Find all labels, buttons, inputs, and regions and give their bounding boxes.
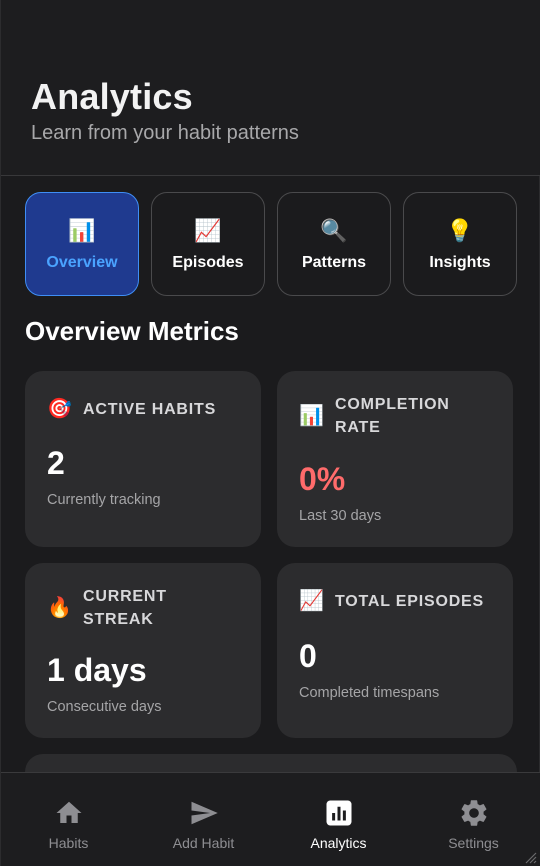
metric-subtitle: Currently tracking bbox=[47, 492, 161, 508]
bottom-nav: Habits Add Habit Analytics Settings bbox=[1, 772, 540, 866]
metric-card-completion-rate: 📊 COMPLETION RATE 0% Last 30 days bbox=[277, 371, 513, 547]
analytics-tabs: 📊 Overview 📈 Episodes 🔍 Patterns 💡 Insig… bbox=[25, 192, 517, 296]
page-title: Analytics bbox=[31, 76, 193, 117]
metric-title-line: CURRENT bbox=[83, 588, 167, 605]
metric-card-current-streak: 🔥 CURRENT STREAK 1 days Consecutive days bbox=[25, 563, 261, 738]
nav-label: Settings bbox=[448, 835, 499, 851]
page-subtitle: Learn from your habit patterns bbox=[31, 122, 299, 144]
home-icon bbox=[52, 797, 86, 829]
page-header: Analytics Learn from your habit patterns bbox=[1, 0, 540, 176]
tab-insights[interactable]: 💡 Insights bbox=[403, 192, 517, 296]
metric-card-header: 📈 TOTAL EPISODES bbox=[299, 590, 484, 613]
tab-overview[interactable]: 📊 Overview bbox=[25, 192, 139, 296]
metric-title-line: STREAK bbox=[83, 611, 154, 628]
metric-title: TOTAL EPISODES bbox=[335, 593, 485, 610]
tab-label: Overview bbox=[46, 254, 118, 271]
tab-label: Episodes bbox=[172, 254, 244, 271]
tab-episodes[interactable]: 📈 Episodes bbox=[151, 192, 265, 296]
metric-value: 0% bbox=[299, 461, 346, 497]
metric-value: 0 bbox=[299, 638, 317, 674]
tab-label: Insights bbox=[429, 254, 491, 271]
fire-icon: 🔥 bbox=[47, 597, 72, 619]
nav-label: Habits bbox=[48, 835, 89, 851]
nav-item-add-habit[interactable]: Add Habit bbox=[136, 773, 271, 866]
metric-card-active-habits: 🎯 ACTIVE HABITS 2 Currently tracking bbox=[25, 371, 261, 547]
gear-icon bbox=[457, 797, 491, 829]
tab-label: Patterns bbox=[301, 254, 367, 271]
metric-card-header: 🔥 CURRENT STREAK bbox=[47, 585, 167, 631]
nav-label: Add Habit bbox=[172, 835, 235, 851]
nav-item-settings[interactable]: Settings bbox=[406, 773, 540, 866]
metric-value: 2 bbox=[47, 445, 65, 481]
nav-item-analytics[interactable]: Analytics bbox=[271, 773, 406, 866]
analytics-icon bbox=[322, 797, 356, 829]
metric-card-header: 🎯 ACTIVE HABITS bbox=[47, 398, 216, 421]
target-icon: 🎯 bbox=[47, 398, 72, 420]
bar-chart-icon: 📊 bbox=[299, 405, 324, 427]
nav-item-habits[interactable]: Habits bbox=[1, 773, 136, 866]
nav-label: Analytics bbox=[310, 835, 367, 851]
magnifier-icon: 🔍 bbox=[320, 218, 348, 243]
metric-subtitle: Last 30 days bbox=[299, 508, 382, 524]
metric-card-header: 📊 COMPLETION RATE bbox=[299, 393, 450, 439]
metric-title: ACTIVE HABITS bbox=[83, 401, 217, 418]
lightbulb-icon: 💡 bbox=[446, 218, 474, 243]
metric-subtitle: Completed timespans bbox=[299, 685, 440, 701]
resize-grip-icon[interactable] bbox=[523, 850, 537, 864]
metric-value: 1 days bbox=[47, 652, 147, 688]
trend-up-icon: 📈 bbox=[299, 590, 324, 612]
metric-subtitle: Consecutive days bbox=[47, 699, 162, 715]
section-title: Overview Metrics bbox=[25, 316, 239, 346]
metric-title: COMPLETION RATE bbox=[335, 393, 450, 439]
bar-chart-icon: 📊 bbox=[68, 218, 96, 243]
trend-up-icon: 📈 bbox=[194, 218, 222, 243]
metric-title-line: COMPLETION bbox=[335, 396, 450, 413]
tab-patterns[interactable]: 🔍 Patterns bbox=[277, 192, 391, 296]
metric-card-total-episodes: 📈 TOTAL EPISODES 0 Completed timespans bbox=[277, 563, 513, 738]
send-icon bbox=[187, 797, 221, 829]
metric-title: CURRENT STREAK bbox=[83, 585, 167, 631]
metric-title-line: RATE bbox=[335, 419, 381, 436]
app-window: Analytics Learn from your habit patterns… bbox=[0, 0, 540, 866]
